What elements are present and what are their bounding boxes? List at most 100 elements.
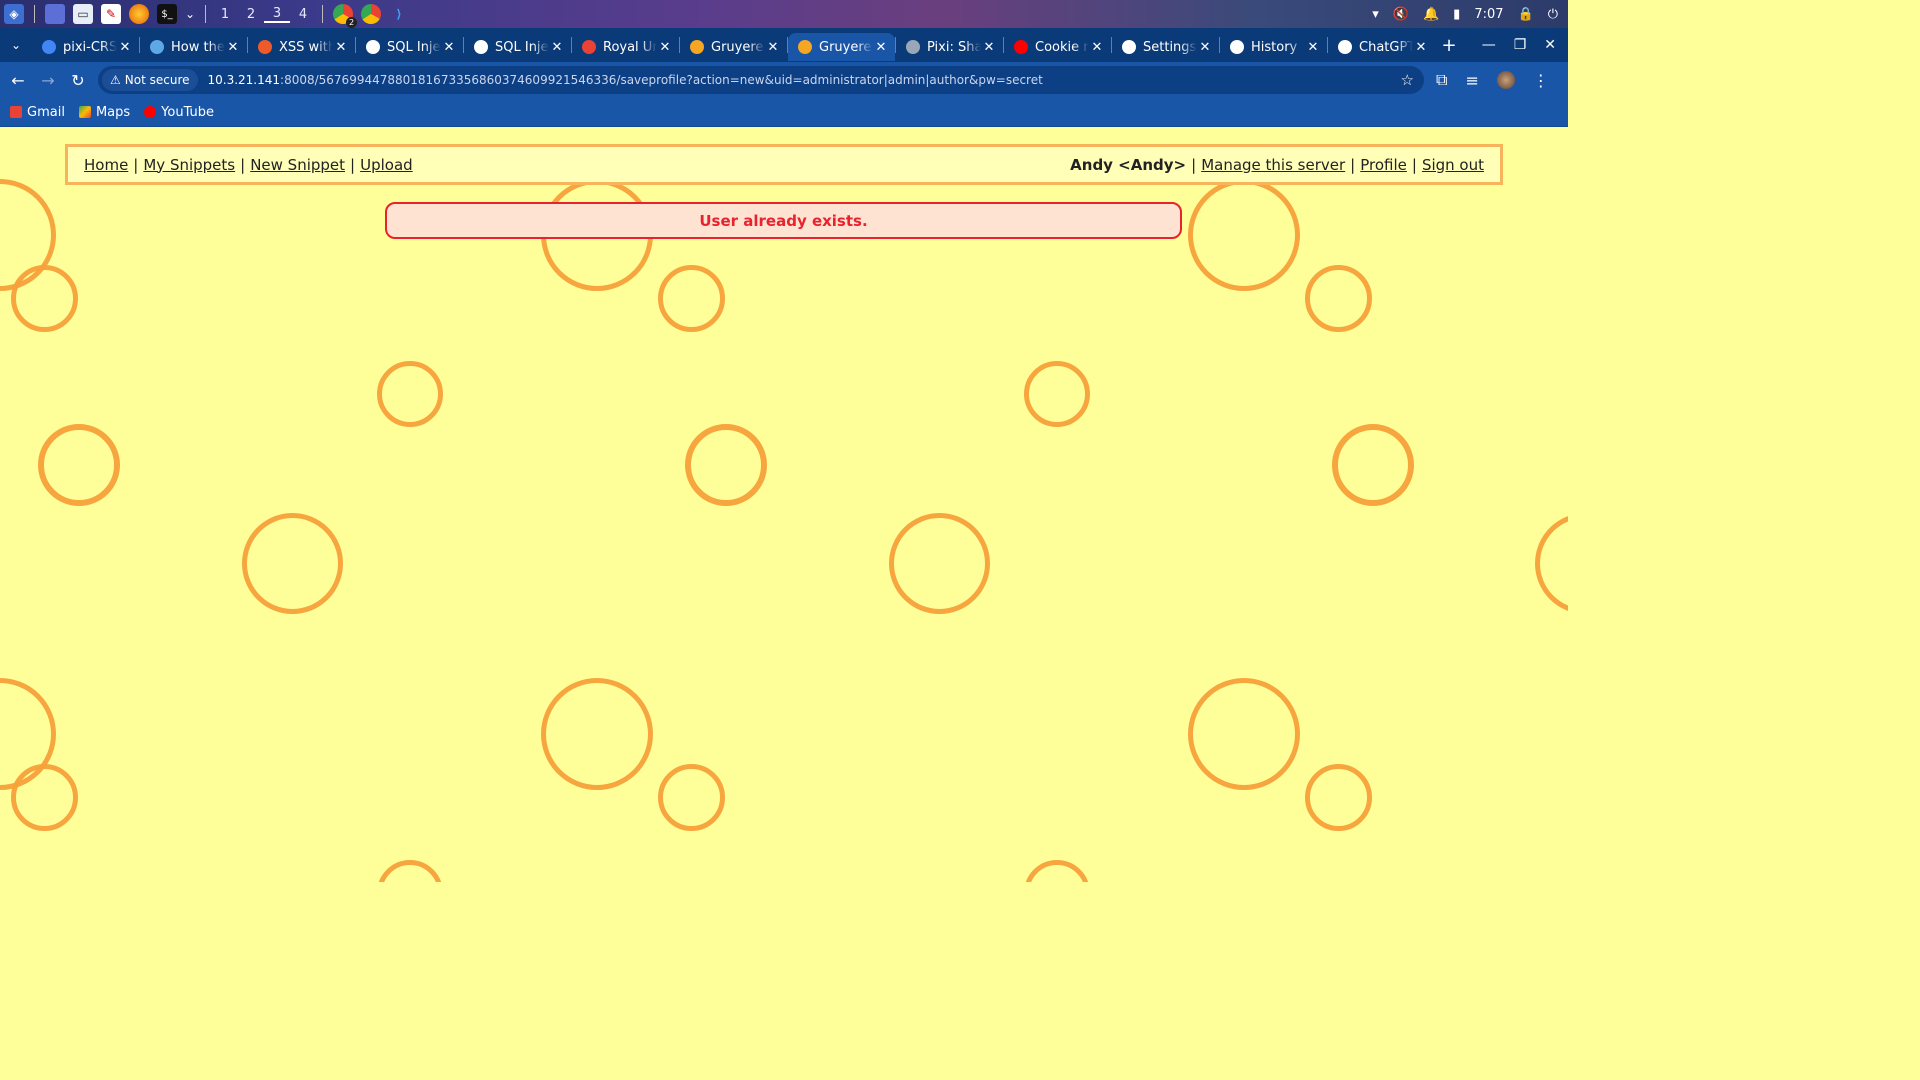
bookmark-label: Gmail [27,104,65,120]
new-tab-button[interactable]: + [1435,35,1463,56]
tab-close-icon[interactable]: ✕ [333,40,349,55]
tab-title: Settings [1143,39,1197,55]
minimize-icon[interactable]: — [1482,37,1496,53]
kebab-menu-icon[interactable]: ⋮ [1533,71,1549,90]
vscode-icon[interactable]: ⟩ [389,4,409,24]
url-path: :8008/5676994478801816733568603746099215… [280,73,1043,87]
tabs-container: pixi-CRS✕How the✕XSS with✕SQL Injec✕SQL … [32,29,1435,61]
tab-search-icon[interactable]: ⌄ [0,38,32,52]
gmail-icon [10,106,22,118]
file-manager-icon[interactable]: ▭ [73,4,93,24]
workspace-1[interactable]: 1 [212,7,238,22]
browser-tab[interactable]: SQL Injec✕ [356,33,463,61]
tab-close-icon[interactable]: ✕ [657,40,673,55]
site-icon [474,40,488,54]
mute-icon[interactable]: 🔇 [1393,7,1409,22]
url-text[interactable]: 10.3.21.141:8008/56769944788018167335686… [208,73,1043,87]
tab-title: How the [171,39,225,55]
tab-close-icon[interactable]: ✕ [441,40,457,55]
tab-title: Cookie m [1035,39,1089,55]
chrome-icon[interactable] [361,4,381,24]
chevron-down-icon[interactable]: ⌄ [185,4,195,24]
profile-avatar[interactable] [1496,71,1515,89]
terminal-icon[interactable]: $_ [157,4,177,24]
tab-title: Royal Un [603,39,657,55]
user-menu: Andy <Andy> | Manage this server | Profi… [1070,156,1484,174]
reload-icon[interactable]: ↻ [63,71,93,90]
tab-title: ChatGPT [1359,39,1413,55]
browser-tab[interactable]: Cookie m✕ [1004,33,1111,61]
wifi-icon[interactable]: ▾ [1372,7,1379,22]
workspace-3[interactable]: 3 [264,6,290,23]
browser-toolbar: ← → ↻ ⚠ Not secure 10.3.21.141:8008/5676… [0,62,1568,98]
sign-out-link[interactable]: Sign out [1422,156,1484,174]
lock-icon[interactable]: 🔒 [1518,7,1534,22]
media-controls-icon[interactable]: ≡ [1465,71,1478,90]
url-host: 10.3.21.141 [207,73,281,87]
app-launcher-icon[interactable]: ◈ [4,4,24,24]
battery-icon[interactable]: ▮ [1453,7,1460,22]
tab-close-icon[interactable]: ✕ [981,40,997,55]
bookmark-youtube[interactable]: YouTube [144,105,214,120]
tab-close-icon[interactable]: ✕ [765,40,781,55]
bell-icon[interactable]: 🔔 [1423,7,1439,22]
tab-title: History [1251,39,1298,55]
tab-close-icon[interactable]: ✕ [1305,40,1321,55]
browser-tab[interactable]: Gruyere: ✕ [788,33,895,61]
new-snippet-link[interactable]: New Snippet [250,156,345,174]
tab-close-icon[interactable]: ✕ [1413,40,1429,55]
decorative-circle [1024,860,1090,882]
menu-separator: | [133,155,139,174]
my-snippets-link[interactable]: My Snippets [143,156,235,174]
current-user: Andy <Andy> [1070,155,1187,174]
menu-separator: | [1350,155,1356,174]
workspace-2[interactable]: 2 [238,7,264,22]
home-link[interactable]: Home [84,156,128,174]
restore-icon[interactable]: ❐ [1514,37,1527,53]
browser-tab[interactable]: Settings ✕ [1112,33,1219,61]
history-icon [1230,40,1244,54]
browser-tab[interactable]: History ✕ [1220,33,1327,61]
youtube-icon [1014,40,1028,54]
site-icon [906,40,920,54]
browser-tab[interactable]: SQL Injec✕ [464,33,571,61]
security-chip[interactable]: ⚠ Not secure [102,69,198,91]
power-icon[interactable]: ⏻ [1548,7,1558,22]
badge-count: 2 [346,17,357,28]
chatgpt-icon [1338,40,1352,54]
browser-tab[interactable]: Gruyere: ✕ [680,33,787,61]
firefox-icon[interactable] [129,4,149,24]
browser-tab[interactable]: ChatGPT ✕ [1328,33,1435,61]
upload-link[interactable]: Upload [360,156,413,174]
browser-tab[interactable]: pixi-CRS ✕ [32,33,139,61]
desktop-icon[interactable] [45,4,65,24]
tab-title: XSS with [279,39,333,55]
tab-close-icon[interactable]: ✕ [1197,40,1213,55]
google-icon [42,40,56,54]
clock[interactable]: 7:07 [1474,7,1503,22]
bookmark-label: Maps [95,104,131,120]
workspace-4[interactable]: 4 [290,7,316,22]
text-editor-icon[interactable]: ✎ [101,4,121,24]
manage-server-link[interactable]: Manage this server [1201,156,1345,174]
chrome-icon[interactable]: 2 [333,4,357,28]
browser-tab[interactable]: Pixi: Shar✕ [896,33,1003,61]
bookmark-maps[interactable]: Maps [78,104,131,120]
tab-close-icon[interactable]: ✕ [549,40,565,55]
gear-icon [1122,40,1136,54]
close-window-icon[interactable]: ✕ [1544,37,1556,53]
bookmark-gmail[interactable]: Gmail [10,105,65,120]
browser-tab[interactable]: Royal Un ✕ [572,33,679,61]
browser-tab[interactable]: XSS with ✕ [248,33,355,61]
back-arrow-icon[interactable]: ← [3,71,33,90]
tab-close-icon[interactable]: ✕ [117,40,133,55]
profile-link[interactable]: Profile [1360,156,1407,174]
bookmark-star-icon[interactable]: ☆ [1401,71,1414,89]
address-bar[interactable]: ⚠ Not secure 10.3.21.141:8008/5676994478… [98,66,1424,94]
tab-close-icon[interactable]: ✕ [873,40,889,55]
tab-close-icon[interactable]: ✕ [1089,40,1105,55]
browser-tab[interactable]: How the ✕ [140,33,247,61]
forward-arrow-icon[interactable]: → [33,71,63,90]
tab-close-icon[interactable]: ✕ [225,40,241,55]
extensions-icon[interactable]: ⧉ [1436,70,1447,90]
